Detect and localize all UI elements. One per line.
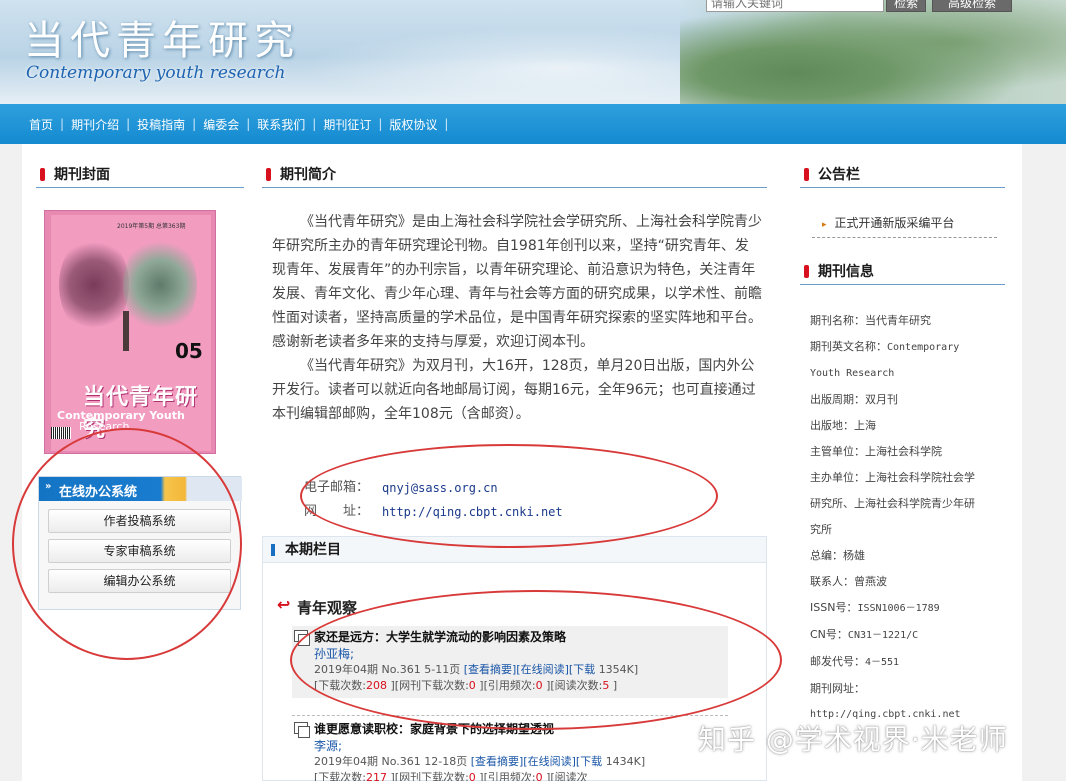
info-contact: 联系人：曾燕波	[810, 575, 887, 588]
annotation-circle-office	[12, 428, 242, 660]
nav-item-copyright[interactable]: 版权协议 |	[382, 116, 448, 133]
article-stats: [下载次数:217 ][网刊下载次数:0 ][引用频次:0 ][阅读次	[314, 771, 588, 781]
info-cn: CN号：CN31－1221/C	[810, 628, 919, 641]
cover-tree-left	[59, 235, 129, 335]
article-meta: 2019年04期 No.361 12-18页 [查看摘要][在线阅读][下载 1…	[314, 755, 646, 768]
arrow-right-icon: ▸	[822, 220, 827, 230]
cover-tree-trunk	[123, 311, 129, 351]
cover-tree-right	[123, 235, 197, 335]
main-nav: 首页 | 期刊介绍 | 投稿指南 | 编委会 | 联系我们 | 期刊征订 | 版权协议 |	[0, 104, 1066, 144]
header-trees-image	[680, 0, 1066, 104]
info-sponsor: 主办单位：上海社会科学院社会学	[810, 471, 975, 484]
site-logo-cn[interactable]: 当代青年研究	[24, 8, 300, 66]
site-logo-en: Contemporary youth research	[26, 63, 286, 83]
journal-cover-image[interactable]: 2019年第5期 总第363期 05 当代青年研究 Contemporary Y…	[44, 210, 216, 454]
search-button[interactable]: 检索	[886, 0, 926, 12]
watermark-text: 知乎 @学术视界·米老师	[698, 723, 1008, 756]
cover-issue-number: 05	[175, 339, 203, 363]
info-supervisor: 主管单位：上海社会科学院	[810, 445, 942, 458]
info-place: 出版地：上海	[810, 419, 876, 432]
article-links[interactable]: [查看摘要][在线阅读][下载	[471, 755, 602, 768]
info-en-name: 期刊英文名称：Contemporary	[810, 340, 960, 353]
intro-paragraph-2: 《当代青年研究》为双月刊，大16开，128页，单月20日出版，国内外公开发行。读…	[272, 358, 756, 422]
nav-item-journal-intro[interactable]: 期刊介绍 |	[64, 116, 130, 133]
cover-issue-text: 2019年第5期 总第363期	[117, 223, 186, 230]
red-marker-icon	[804, 168, 809, 181]
info-post-code: 邮发代号：4－551	[810, 655, 900, 668]
info-cycle: 出版周期：双月刊	[810, 393, 898, 406]
info-site-label: 期刊网址：	[810, 682, 865, 695]
info-en-name-2: Youth Research	[810, 368, 895, 379]
notice-section-title: 公告栏	[800, 164, 1005, 188]
site-header: 当代青年研究 Contemporary youth research 检索 高级…	[0, 0, 1066, 104]
advanced-search-button[interactable]: 高级检索	[932, 0, 1012, 12]
red-marker-icon	[40, 168, 45, 181]
intro-paragraph-1: 《当代青年研究》是由上海社会科学院社会学研究所、上海社会科学院青少年研究所主办的…	[272, 214, 762, 350]
nav-item-contact[interactable]: 联系我们 |	[250, 116, 316, 133]
nav-item-subscribe[interactable]: 期刊征订 |	[316, 116, 382, 133]
annotation-circle-contact	[300, 444, 718, 548]
journal-intro-text: 《当代青年研究》是由上海社会科学院社会学研究所、上海社会科学院青少年研究所主办的…	[272, 210, 762, 426]
notice-item[interactable]: ▸ 正式开通新版采编平台	[812, 210, 997, 238]
intro-section-title: 期刊简介	[262, 164, 767, 188]
nav-item-submission-guide[interactable]: 投稿指南 |	[130, 116, 196, 133]
red-marker-icon	[266, 168, 271, 181]
nav-item-editorial-board[interactable]: 编委会 |	[196, 116, 250, 133]
cover-barcode	[51, 427, 71, 439]
curl-arrow-icon: ↩	[277, 595, 291, 614]
blue-marker-icon	[271, 544, 275, 556]
info-sponsor-3: 究所	[810, 523, 832, 536]
journal-info-list: 期刊名称：当代青年研究 期刊英文名称：Contemporary Youth Re…	[810, 308, 1010, 728]
info-issn: ISSN号：ISSN1006－1789	[810, 601, 940, 614]
annotation-circle-articles	[290, 590, 782, 730]
document-icon	[294, 722, 310, 738]
nav-item-home[interactable]: 首页 |	[22, 116, 64, 133]
search-input[interactable]	[706, 0, 884, 12]
article-author[interactable]: 李源;	[314, 738, 722, 754]
red-marker-icon	[804, 265, 809, 278]
info-section-title: 期刊信息	[800, 261, 1005, 285]
info-name: 期刊名称：当代青年研究	[810, 314, 931, 327]
cover-section-title: 期刊封面	[36, 164, 244, 188]
info-editor: 总编：杨雄	[810, 549, 865, 562]
info-sponsor-2: 研究所、上海社会科学院青少年研	[810, 497, 975, 510]
